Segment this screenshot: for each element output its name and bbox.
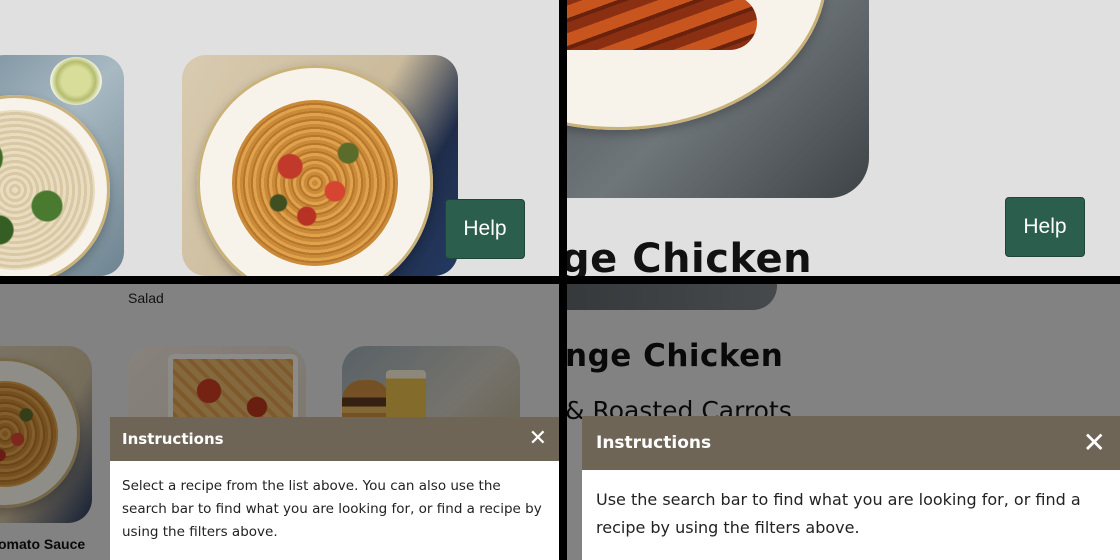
spaghetti-image <box>232 100 398 266</box>
recipe-detail-panel-help: Help ge Chicken <box>567 0 1120 276</box>
recipe-list-panel-instructions: Salad omato Sauce Instructions ✕ Select … <box>0 284 559 560</box>
modal-header: Instructions ✕ <box>110 417 559 461</box>
modal-title: Instructions <box>122 430 224 448</box>
recipe-card-spaghetti[interactable] <box>182 55 458 276</box>
modal-header: Instructions ✕ <box>582 416 1120 470</box>
modal-body-text: Use the search bar to find what you are … <box>596 490 1081 537</box>
close-icon[interactable]: ✕ <box>1083 429 1106 457</box>
recipe-detail-panel-instructions: nge Chicken & Roasted Carrots Instructio… <box>567 284 1120 560</box>
recipe-card-pasta-broccoli[interactable] <box>0 55 124 276</box>
roasted-carrots-image <box>567 0 757 50</box>
help-button[interactable]: Help <box>445 199 525 259</box>
close-icon[interactable]: ✕ <box>529 428 547 450</box>
help-button[interactable]: Help <box>1005 197 1085 257</box>
modal-title: Instructions <box>596 433 712 453</box>
instructions-modal: Instructions ✕ Select a recipe from the … <box>110 417 559 560</box>
glass-image <box>50 57 102 105</box>
recipe-title: ge Chicken <box>567 236 813 276</box>
recipe-hero-image <box>567 0 869 198</box>
modal-body-text: Select a recipe from the list above. You… <box>122 478 542 540</box>
recipe-list-panel-help: Help <box>0 0 559 276</box>
instructions-modal: Instructions ✕ Use the search bar to fin… <box>582 416 1120 560</box>
